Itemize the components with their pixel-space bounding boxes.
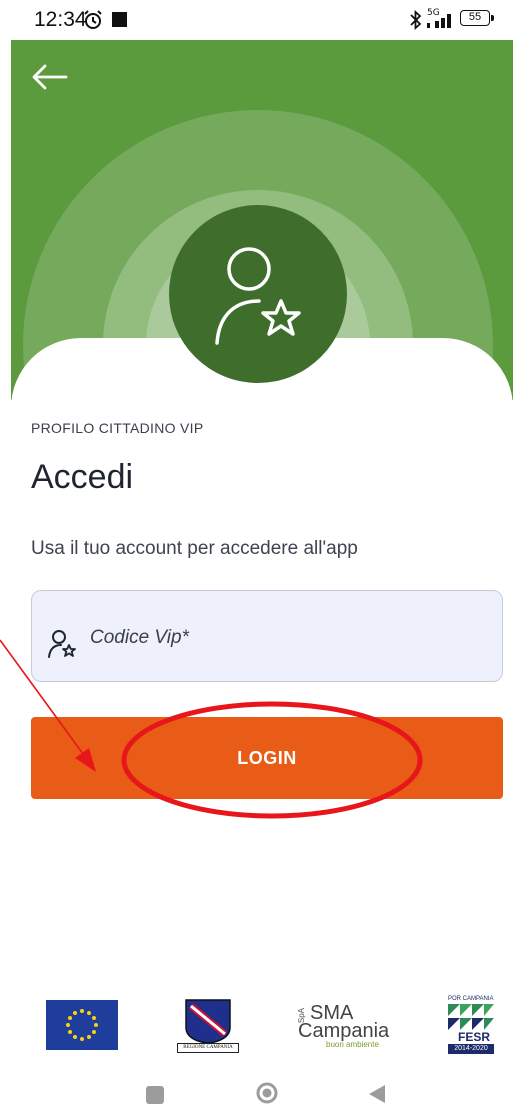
status-time: 12:34 <box>34 8 87 31</box>
profile-eyebrow: PROFILO CITTADINO VIP <box>31 420 204 436</box>
por-fesr-logo: POR CAMPANIA FESR 2014-2020 <box>448 996 494 1054</box>
user-star-icon <box>215 247 301 345</box>
back-arrow-icon[interactable] <box>30 62 70 92</box>
notification-icon <box>112 12 127 27</box>
status-bar: 12:34 5G 55 <box>0 0 513 40</box>
region-caption: REGIONE CAMPANIA <box>177 1043 239 1053</box>
region-crest <box>185 999 231 1044</box>
page-subtitle: Usa il tuo account per accedere all'app <box>31 538 358 559</box>
app-screen: 12:34 5G 55 PROFILO CITTADINO VIP Accedi… <box>0 0 513 1104</box>
regione-campania-logo: REGIONE CAMPANIA <box>177 998 239 1054</box>
user-star-icon <box>48 630 76 658</box>
fesr-top-text: POR CAMPANIA <box>448 996 494 1002</box>
recents-icon[interactable] <box>146 1086 164 1104</box>
back-icon[interactable] <box>367 1084 387 1104</box>
sma-campania-logo: SpA SMA Campania buon ambiente <box>296 1002 396 1052</box>
vip-code-input[interactable] <box>88 621 482 655</box>
eu-stars <box>66 1009 98 1041</box>
home-icon[interactable] <box>256 1082 278 1104</box>
alarm-icon <box>84 10 102 29</box>
page-title: Accedi <box>31 458 134 496</box>
fesr-label: FESR <box>458 1030 491 1044</box>
fesr-triangles <box>448 1004 494 1030</box>
fesr-years: 2014-2020 <box>448 1044 494 1054</box>
eu-flag-logo <box>46 1000 118 1050</box>
signal-icon <box>427 14 451 28</box>
vip-code-field[interactable] <box>31 590 503 682</box>
sma-tagline: buon ambiente <box>326 1040 379 1049</box>
sma-campania-text: Campania <box>298 1020 390 1042</box>
login-button[interactable]: LOGIN <box>31 717 503 799</box>
battery-icon: 55 <box>460 10 494 26</box>
bluetooth-icon <box>410 10 422 30</box>
avatar <box>169 205 347 383</box>
